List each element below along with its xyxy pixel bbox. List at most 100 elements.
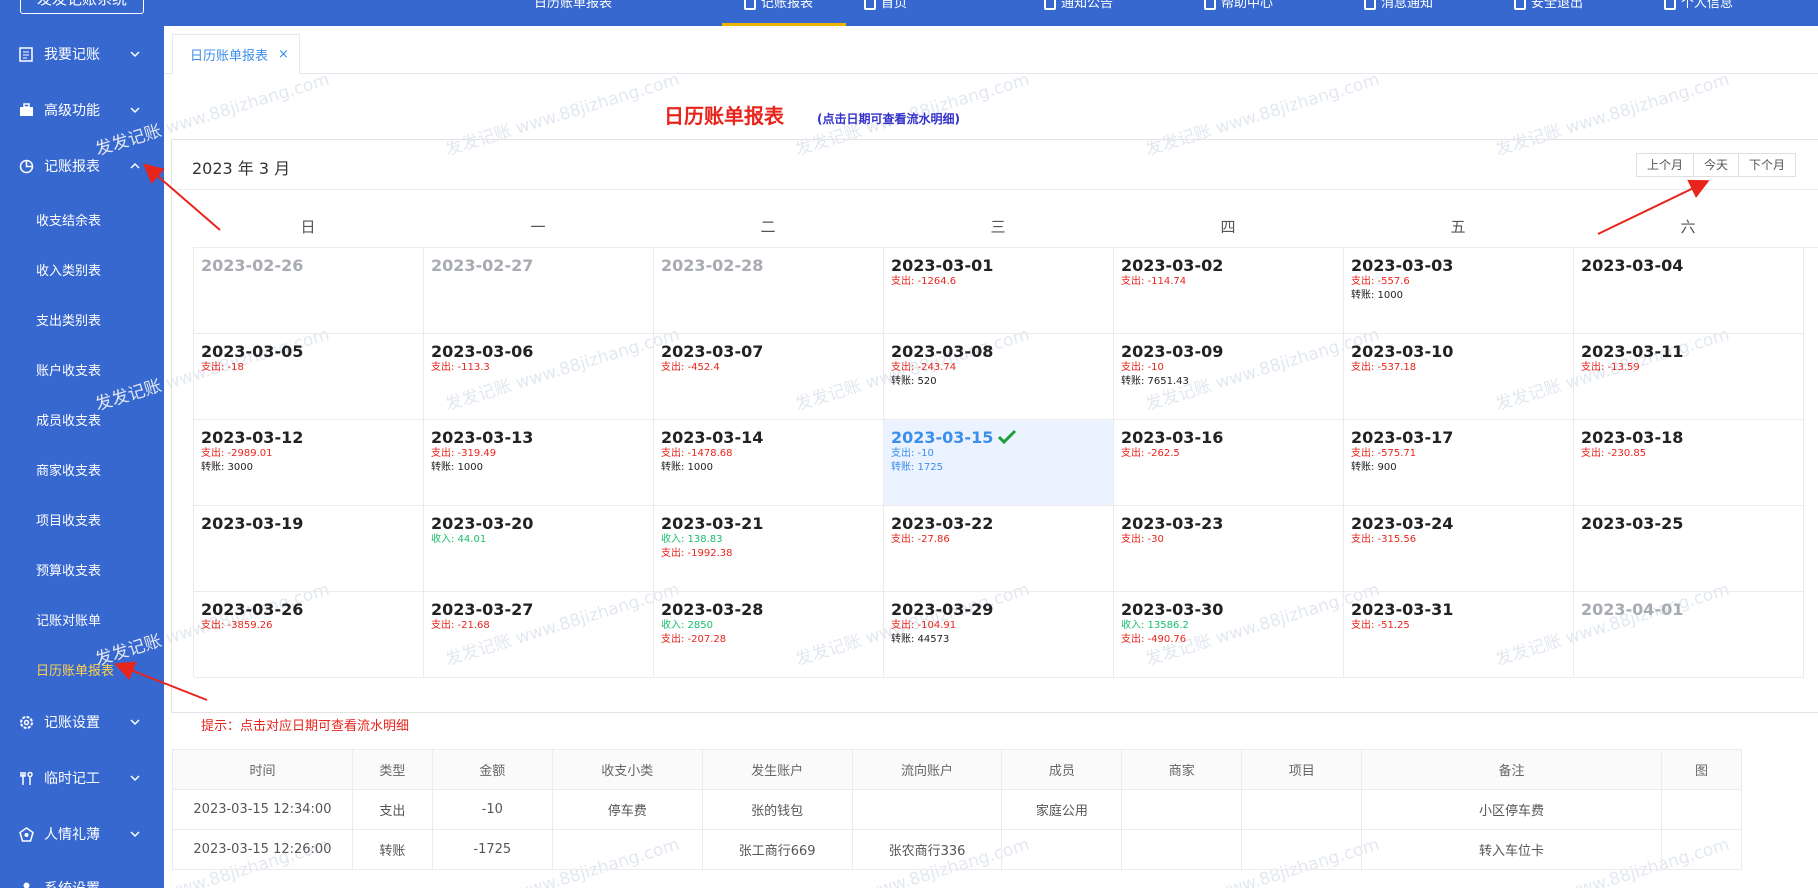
calendar-day-cell[interactable]: 2023-03-09 支出: -10 转账: 7651.43 xyxy=(1114,334,1344,420)
sub-project[interactable]: 项目收支表 xyxy=(36,510,101,529)
today-button[interactable]: 今天 xyxy=(1693,153,1740,177)
topbar-item[interactable]: 通知公告 xyxy=(1044,0,1113,11)
calendar-day-cell[interactable]: 2023-03-30 收入: 13586.2 支出: -490.76 xyxy=(1114,592,1344,678)
close-icon[interactable]: × xyxy=(278,47,289,62)
calendar-day-date-text: 2023-02-27 xyxy=(431,256,534,275)
expense-amount: 支出: -10 xyxy=(1121,362,1164,373)
nav-temp-work[interactable]: 临时记工 xyxy=(0,760,164,796)
calendar-day-cell[interactable]: 2023-03-11 支出: -13.59 xyxy=(1574,334,1804,420)
expense-amount: 支出: -537.18 xyxy=(1351,362,1417,373)
sub-expense-category[interactable]: 支出类别表 xyxy=(36,310,101,329)
calendar-day-date: 2023-03-11 xyxy=(1581,342,1796,361)
topbar-label: 帮助中心 xyxy=(1221,0,1274,11)
calendar-day-cell[interactable]: 2023-02-26 xyxy=(194,248,424,334)
tools-icon xyxy=(18,770,34,786)
nav-gift[interactable]: 人情礼薄 xyxy=(0,816,164,852)
month-button-group: 上个月 今天 下个月 xyxy=(1636,153,1797,177)
expense-amount: 支出: -27.86 xyxy=(891,534,950,545)
expense-amount: 支出: -30 xyxy=(1121,534,1164,545)
calendar-day-date-text: 2023-03-01 xyxy=(891,256,994,275)
table-row[interactable]: 2023-03-15 12:34:00 支出 -10 停车费 张的钱包 家庭公用 小区停车费 xyxy=(172,789,1743,830)
nav-record[interactable]: 我要记账 xyxy=(0,36,164,72)
table-cell: -1725 xyxy=(431,829,553,870)
next-month-button[interactable]: 下个月 xyxy=(1738,153,1797,177)
home-icon xyxy=(864,0,876,10)
calendar-day-cell[interactable]: 2023-03-20 收入: 44.01 xyxy=(424,506,654,592)
nav-settings[interactable]: 记账设置 xyxy=(0,704,164,740)
calendar-day-cell[interactable]: 2023-03-02 支出: -114.74 xyxy=(1114,248,1344,334)
calendar-day-date: 2023-03-26 xyxy=(201,600,416,619)
expense-amount: 支出: -51.25 xyxy=(1351,620,1410,631)
sub-merchant[interactable]: 商家收支表 xyxy=(36,460,101,479)
check-icon xyxy=(998,429,1017,445)
calendar-day-cell[interactable]: 2023-03-05 支出: -18 xyxy=(194,334,424,420)
tab-calendar-report[interactable]: 日历账单报表 × xyxy=(172,34,300,74)
calendar-day-cell[interactable]: 2023-03-07 支出: -452.4 xyxy=(654,334,884,420)
sub-income-category[interactable]: 收入类别表 xyxy=(36,260,101,279)
table-cell xyxy=(1660,829,1743,870)
nav-advanced[interactable]: 高级功能 xyxy=(0,92,164,128)
calendar-day-date-text: 2023-03-19 xyxy=(201,514,304,533)
topbar-item[interactable]: 帮助中心 xyxy=(1204,0,1273,11)
calendar-day-date-text: 2023-03-18 xyxy=(1581,428,1684,447)
calendar-day-cell[interactable]: 2023-03-19 xyxy=(194,506,424,592)
calendar-day-cell[interactable]: 2023-03-06 支出: -113.3 xyxy=(424,334,654,420)
calendar-day-cell[interactable]: 2023-03-01 支出: -1264.6 xyxy=(884,248,1114,334)
table-row[interactable]: 2023-03-15 12:26:00 转账 -1725 张工商行669 张农商行336… xyxy=(172,829,1743,870)
calendar-day-cell[interactable]: 2023-03-22 支出: -27.86 xyxy=(884,506,1114,592)
calendar-day-cell[interactable]: 2023-03-03 支出: -557.6 转账: 1000 xyxy=(1344,248,1574,334)
table-cell: 转入车位卡 xyxy=(1361,829,1662,870)
topbar-item[interactable]: 记账报表 xyxy=(744,0,813,11)
sub-statement[interactable]: 记账对账单 xyxy=(36,610,101,629)
calendar-day-cell[interactable]: 2023-02-28 xyxy=(654,248,884,334)
calendar-day-cell[interactable]: 2023-03-21 收入: 138.83 支出: -1992.38 xyxy=(654,506,884,592)
calendar-day-cell[interactable]: 2023-03-13 支出: -319.49 转账: 1000 xyxy=(424,420,654,506)
calendar-header: 2023 年 3 月 上个月 今天 下个月 xyxy=(172,140,1818,190)
sub-balance[interactable]: 收支结余表 xyxy=(36,210,101,229)
calendar-day-date: 2023-02-27 xyxy=(431,256,646,275)
topbar-item[interactable]: 个人信息 xyxy=(1664,0,1733,11)
calendar-day-cell[interactable]: 2023-03-12 支出: -2989.01 转账: 3000 xyxy=(194,420,424,506)
topbar-item[interactable]: 消息通知 xyxy=(1364,0,1433,11)
calendar-day-cell[interactable]: 2023-03-15 支出: -10 转账: 1725 xyxy=(884,420,1114,506)
topbar-item[interactable]: 日历账单报表 xyxy=(534,0,612,11)
calendar-day-date: 2023-03-07 xyxy=(661,342,876,361)
calendar-day-date: 2023-03-16 xyxy=(1121,428,1336,447)
calendar-day-cell[interactable]: 2023-03-04 xyxy=(1574,248,1804,334)
nav-reports[interactable]: 记账报表 xyxy=(0,148,164,184)
calendar-day-cell[interactable]: 2023-03-10 支出: -537.18 xyxy=(1344,334,1574,420)
calendar-day-cell[interactable]: 2023-03-18 支出: -230.85 xyxy=(1574,420,1804,506)
calendar-day-date: 2023-03-31 xyxy=(1351,600,1566,619)
calendar-day-date: 2023-03-29 xyxy=(891,600,1106,619)
calendar-day-date-text: 2023-03-12 xyxy=(201,428,304,447)
calendar-day-cell[interactable]: 2023-04-01 xyxy=(1574,592,1804,678)
calendar-day-cell[interactable]: 2023-03-24 支出: -315.56 xyxy=(1344,506,1574,592)
sub-budget[interactable]: 预算收支表 xyxy=(36,560,101,579)
sub-account[interactable]: 账户收支表 xyxy=(36,360,101,379)
calendar-day-cell[interactable]: 2023-03-27 支出: -21.68 xyxy=(424,592,654,678)
calendar-day-date-text: 2023-02-28 xyxy=(661,256,764,275)
sub-member[interactable]: 成员收支表 xyxy=(36,410,101,429)
calendar-day-date: 2023-03-12 xyxy=(201,428,416,447)
calendar-day-cell[interactable]: 2023-03-16 支出: -262.5 xyxy=(1114,420,1344,506)
calendar-day-cell[interactable]: 2023-03-23 支出: -30 xyxy=(1114,506,1344,592)
calendar-day-cell[interactable]: 2023-03-28 收入: 2850 支出: -207.28 xyxy=(654,592,884,678)
table-cell xyxy=(1121,829,1243,870)
topbar-item[interactable]: 首页 xyxy=(864,0,907,11)
nav-label: 临时记工 xyxy=(44,771,100,787)
calendar-day-cell[interactable]: 2023-03-25 xyxy=(1574,506,1804,592)
calendar-day-cell[interactable]: 2023-03-17 支出: -575.71 转账: 900 xyxy=(1344,420,1574,506)
income-amount: 收入: 13586.2 xyxy=(1121,620,1189,631)
calendar-day-cell[interactable]: 2023-03-08 支出: -243.74 转账: 520 xyxy=(884,334,1114,420)
calendar-day-cell[interactable]: 2023-03-26 支出: -3859.26 xyxy=(194,592,424,678)
prev-month-button[interactable]: 上个月 xyxy=(1636,153,1695,177)
sub-calendar[interactable]: 日历账单报表 xyxy=(36,660,114,679)
nav-system[interactable]: 系统设置 xyxy=(0,870,164,888)
calendar-day-cell[interactable]: 2023-02-27 xyxy=(424,248,654,334)
calendar-day-date: 2023-03-13 xyxy=(431,428,646,447)
transfer-amount: 转账: 900 xyxy=(1351,462,1397,473)
calendar-day-cell[interactable]: 2023-03-31 支出: -51.25 xyxy=(1344,592,1574,678)
calendar-day-cell[interactable]: 2023-03-14 支出: -1478.68 转账: 1000 xyxy=(654,420,884,506)
calendar-day-cell[interactable]: 2023-03-29 支出: -104.91 转账: 44573 xyxy=(884,592,1114,678)
topbar-item[interactable]: 安全退出 xyxy=(1514,0,1583,11)
